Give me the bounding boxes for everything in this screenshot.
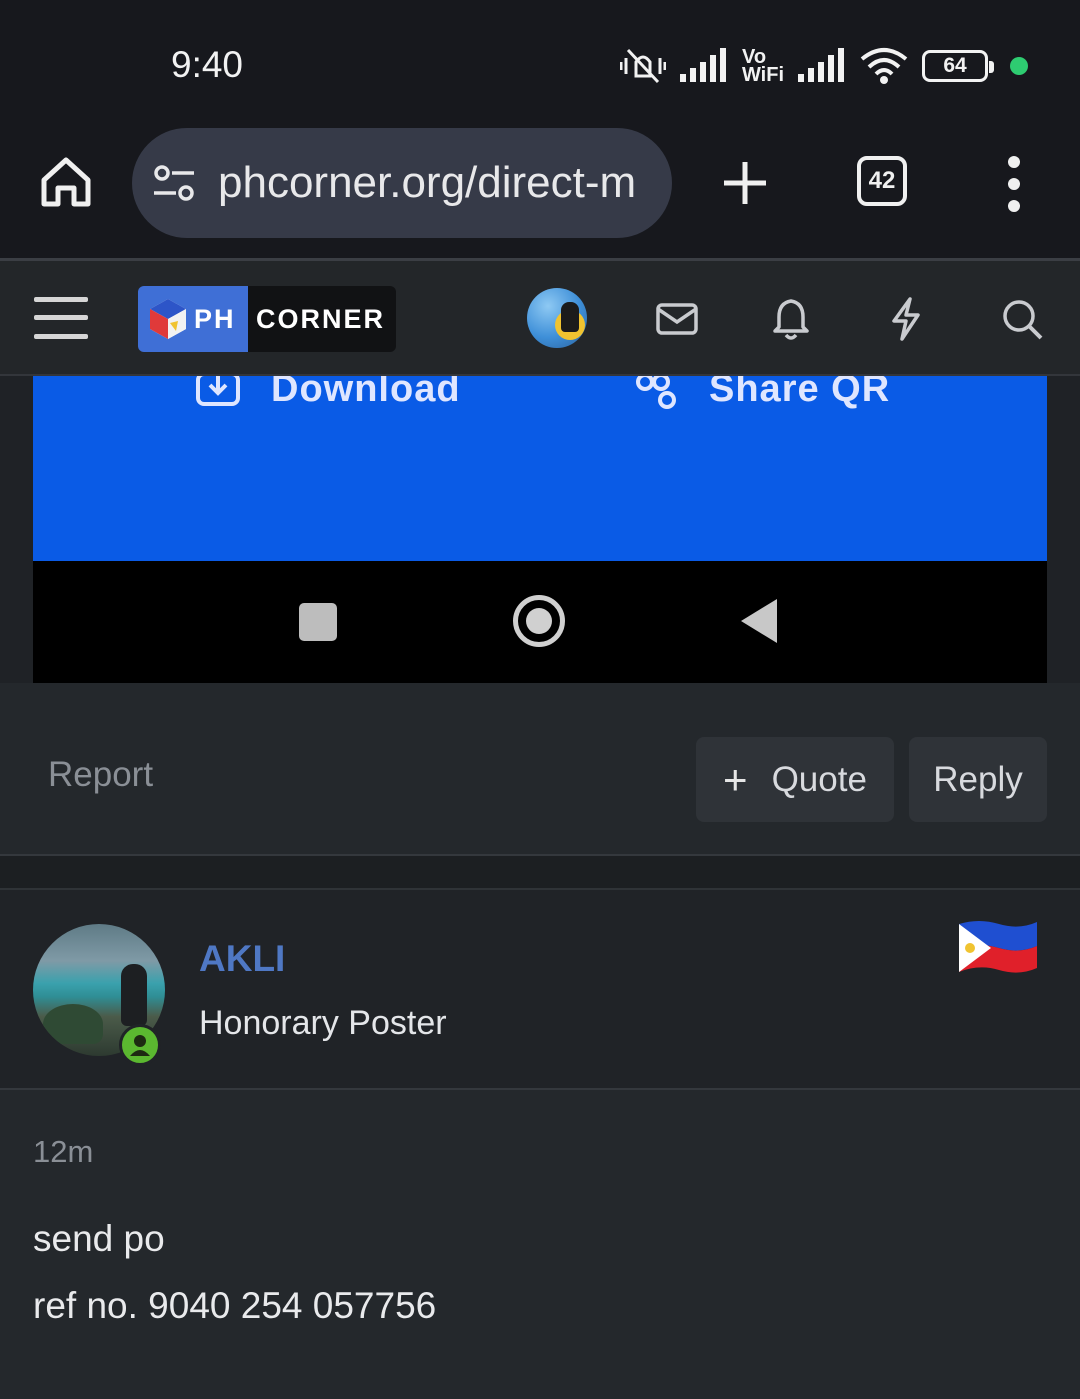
post-author-block: AKLI Honorary Poster: [0, 890, 1080, 1090]
avatar[interactable]: [527, 288, 587, 348]
battery-icon: 64: [922, 50, 994, 82]
embed-share: Share QR: [635, 376, 890, 411]
plus-icon: +: [723, 755, 748, 803]
reply-button[interactable]: Reply: [909, 737, 1047, 822]
mute-vibrate-icon: [619, 48, 666, 84]
author-title: Honorary Poster: [199, 1004, 447, 1042]
status-time: 9:40: [171, 44, 244, 85]
back-triangle-icon: [741, 599, 777, 643]
embed-navbar: [33, 561, 1047, 683]
browser-toolbar: phcorner.org/direct-m 42: [0, 128, 1080, 258]
url-text: phcorner.org/direct-m: [218, 158, 637, 207]
logo-cube-icon: [150, 299, 186, 339]
embed-blue-area: Download Share QR: [33, 376, 1047, 561]
download-icon: [196, 376, 240, 406]
tabs-icon[interactable]: 42: [857, 156, 907, 206]
bolt-icon[interactable]: [884, 297, 928, 341]
bell-icon[interactable]: [769, 297, 813, 341]
logo-corner: CORNER: [256, 303, 386, 334]
home-icon[interactable]: [38, 154, 94, 210]
address-bar[interactable]: phcorner.org/direct-m: [132, 128, 672, 238]
post-body: 12m send po ref no. 9040 254 057756: [0, 1090, 1080, 1399]
vowifi-bottom: WiFi: [741, 64, 784, 86]
site-header: PH CORNER: [0, 261, 1080, 376]
share-icon: [636, 376, 676, 409]
post-text-line: ref no. 9040 254 057756: [33, 1285, 437, 1326]
home-circle-icon: [513, 595, 565, 647]
logo-ph: PH: [194, 303, 236, 334]
plus-icon[interactable]: [718, 156, 772, 210]
attached-screenshot[interactable]: Download Share QR: [33, 376, 1047, 683]
status-icons: Vo WiFi 64: [619, 42, 1028, 90]
site-settings-icon[interactable]: [152, 163, 196, 203]
hamburger-icon[interactable]: [34, 295, 88, 341]
vowifi-icon: Vo WiFi: [741, 47, 784, 86]
embed-download: Download: [195, 376, 461, 411]
wifi-icon: [860, 48, 908, 84]
signal-icon: [679, 48, 726, 82]
author-name[interactable]: AKLI: [199, 938, 285, 980]
report-link[interactable]: Report: [48, 755, 153, 795]
philippines-flag-icon: [959, 921, 1037, 973]
status-bar: 9:40 Vo WiFi 64: [0, 0, 1080, 128]
site-logo[interactable]: PH CORNER: [138, 286, 396, 352]
search-icon[interactable]: [1000, 297, 1044, 341]
embed-download-label: Download: [271, 376, 461, 410]
signal-icon: [798, 48, 844, 82]
mail-icon[interactable]: [655, 297, 699, 341]
post-separator: [0, 856, 1080, 890]
embed-share-label: Share QR: [709, 376, 891, 410]
privacy-dot: [1010, 57, 1028, 75]
post-actions: Report + Quote Reply: [0, 683, 1080, 856]
recents-icon: [299, 603, 337, 641]
online-status-icon: [119, 1024, 161, 1066]
more-vert-icon[interactable]: [1000, 152, 1028, 216]
quote-label: Quote: [771, 759, 867, 799]
post-time[interactable]: 12m: [33, 1134, 93, 1170]
quote-button[interactable]: + Quote: [696, 737, 894, 822]
post-text-line: send po: [33, 1218, 165, 1259]
